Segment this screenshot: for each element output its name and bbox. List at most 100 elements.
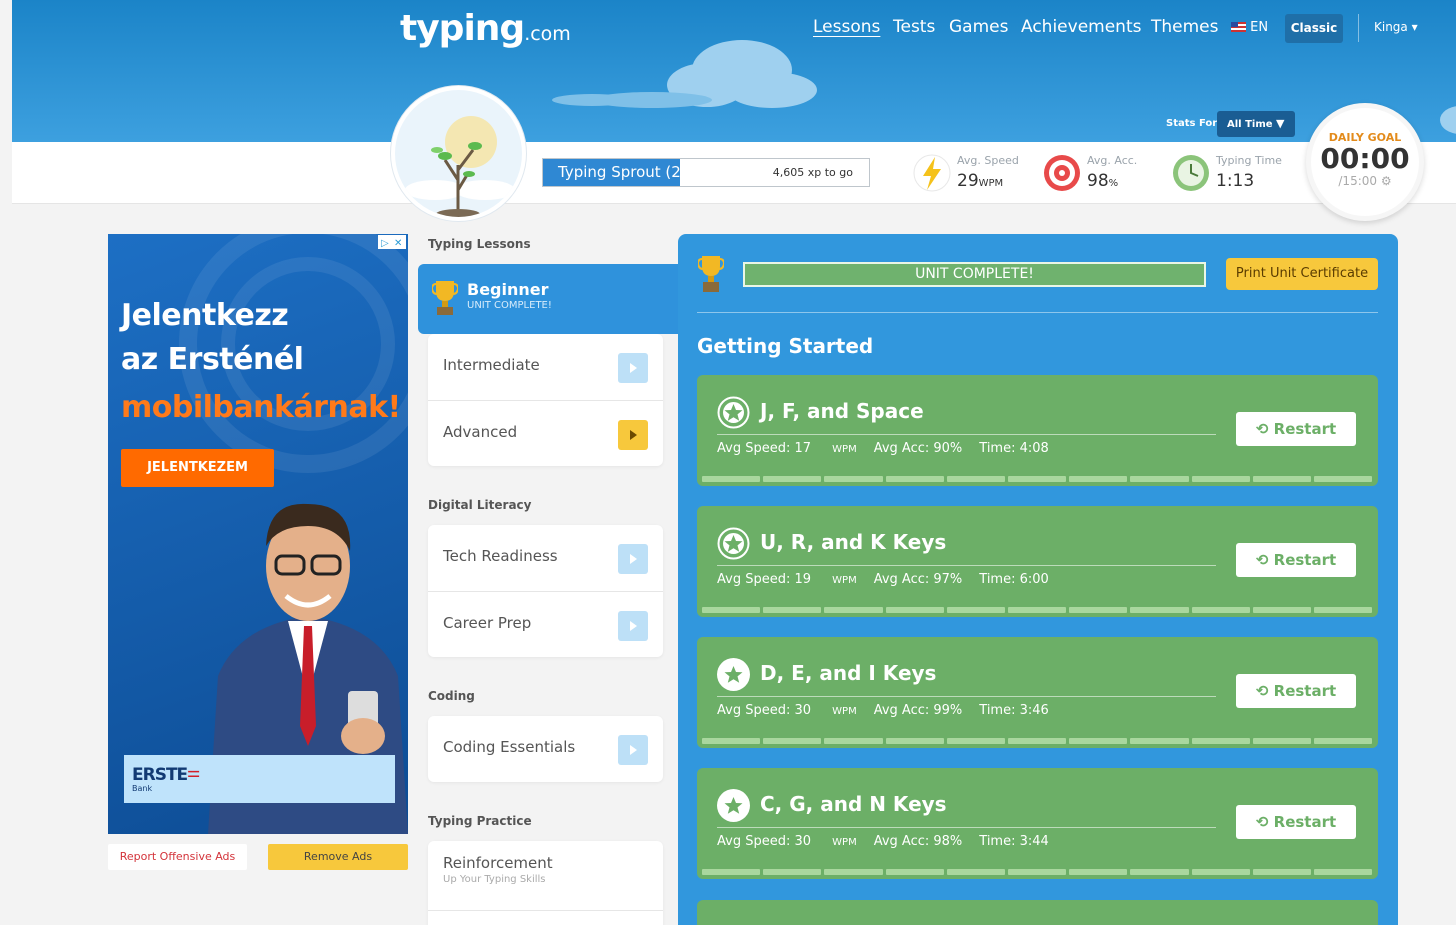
sidebar-item-beginner[interactable]: Beginner UNIT COMPLETE! — [418, 264, 680, 334]
restart-icon: ⟲ — [1255, 813, 1269, 831]
lesson-time: Time: 4:08 — [979, 441, 1049, 456]
speed-number: 29 — [957, 171, 979, 191]
progress-segment — [1069, 607, 1128, 613]
play-icon[interactable] — [618, 544, 648, 574]
report-ads-button[interactable]: Report Offensive Ads — [108, 844, 247, 870]
lesson-accuracy: Avg Acc: 98% — [873, 834, 963, 849]
lesson-speed-value: Avg Speed: 30 — [717, 703, 812, 718]
restart-label: Restart — [1273, 682, 1337, 700]
accuracy-label: Avg. Acc. — [1087, 154, 1138, 167]
user-menu[interactable]: Kinga ▾ — [1374, 20, 1418, 34]
stats-range-value: All Time — [1227, 119, 1273, 130]
us-flag-icon — [1231, 22, 1246, 32]
lesson-accuracy: Avg Acc: 99% — [873, 703, 963, 718]
progress-segment — [1252, 869, 1311, 875]
sprout-icon — [405, 116, 515, 217]
nav-lessons[interactable]: Lessons — [813, 17, 880, 37]
sidebar-item-sublabel: Up Your Typing Skills — [443, 874, 546, 885]
restart-button[interactable]: ⟲ Restart — [1236, 674, 1356, 708]
sidebar-item-intermediate[interactable]: Intermediate — [428, 334, 663, 400]
lesson-time: Time: 3:44 — [979, 834, 1049, 849]
logo-suffix: .com — [524, 23, 571, 45]
lesson-speed: Avg Speed: 17 WPM — [717, 441, 857, 456]
restart-button[interactable]: ⟲ Restart — [1236, 805, 1356, 839]
level-avatar[interactable] — [391, 86, 526, 221]
restart-button[interactable]: ⟲ Restart — [1236, 412, 1356, 446]
progress-segment — [1191, 869, 1250, 875]
lesson-card[interactable]: J, F, and Space Avg Speed: 17 WPM Avg Acc:… — [697, 375, 1378, 486]
progress-segment — [1191, 607, 1250, 613]
ad-headline-2: az Ersténél — [121, 342, 304, 377]
lesson-title: D, E, and I Keys — [760, 661, 937, 685]
nav-achievements[interactable]: Achievements — [1021, 17, 1141, 37]
lesson-speed: Avg Speed: 30 WPM — [717, 703, 857, 718]
progress-segment — [1007, 738, 1067, 744]
sidebar-item-label: Coding Essentials — [443, 738, 576, 756]
language-label: EN — [1250, 20, 1269, 35]
typing-time-value: 1:13 — [1216, 171, 1255, 191]
sidebar-item-career-prep[interactable]: Career Prep — [428, 591, 663, 657]
nav-themes[interactable]: Themes — [1151, 17, 1219, 37]
progress-segment — [1313, 476, 1373, 482]
accuracy-number: 98 — [1087, 171, 1109, 191]
classic-button[interactable]: Classic — [1285, 14, 1343, 43]
language-selector[interactable]: EN — [1231, 20, 1268, 35]
caret-down-icon: ▼ — [1276, 117, 1285, 130]
lesson-stats: Avg Speed: 19 WPM Avg Acc: 97% Time: 6:00 — [717, 572, 1066, 587]
progress-segment — [763, 869, 822, 875]
sidebar-item-next[interactable] — [428, 910, 663, 925]
section-title: Getting Started — [697, 334, 874, 358]
lesson-card-partial[interactable] — [697, 900, 1378, 925]
speed-value: 29WPM — [957, 171, 1003, 191]
play-icon[interactable] — [618, 735, 648, 765]
ad-cta-button[interactable]: JELENTKEZEM — [121, 449, 274, 487]
gear-icon[interactable]: ⚙ — [1381, 174, 1392, 188]
restart-label: Restart — [1273, 420, 1337, 438]
sidebar-item-label: Career Prep — [443, 614, 532, 632]
progress-segment — [1313, 738, 1373, 744]
play-icon[interactable] — [618, 611, 648, 641]
progress-segment — [1252, 476, 1311, 482]
progress-segment — [702, 738, 761, 744]
sidebar-item-reinforcement[interactable]: Reinforcement Up Your Typing Skills — [428, 841, 663, 910]
sidebar-item-coding-essentials[interactable]: Coding Essentials — [428, 716, 663, 782]
star-icon — [717, 789, 750, 822]
accuracy-unit: % — [1108, 178, 1119, 189]
sidebar-item-tech-readiness[interactable]: Tech Readiness — [428, 525, 663, 591]
nav-tests[interactable]: Tests — [893, 17, 935, 37]
daily-goal[interactable]: DAILY GOAL 00:00 /15:00 ⚙ — [1306, 103, 1424, 221]
lesson-title: U, R, and K Keys — [760, 530, 947, 554]
lesson-card[interactable]: C, G, and N Keys Avg Speed: 30 WPM Avg Acc… — [697, 768, 1378, 879]
remove-ads-button[interactable]: Remove Ads — [268, 844, 408, 870]
progress-segment — [946, 869, 1005, 875]
play-icon[interactable] — [618, 353, 648, 383]
restart-button[interactable]: ⟲ Restart — [1236, 543, 1356, 577]
daily-goal-target: /15:00 ⚙ — [1311, 174, 1419, 188]
digital-literacy-heading: Digital Literacy — [428, 498, 532, 512]
typing-lessons-list: Intermediate Advanced — [428, 334, 663, 466]
progress-segment — [763, 738, 822, 744]
sidebar-item-label: Reinforcement — [443, 854, 553, 872]
progress-segment — [946, 607, 1005, 613]
restart-label: Restart — [1273, 813, 1337, 831]
sidebar-item-advanced[interactable]: Advanced — [428, 400, 663, 466]
lesson-speed-value: Avg Speed: 30 — [717, 834, 812, 849]
digital-literacy-list: Tech Readiness Career Prep — [428, 525, 663, 657]
advertisement[interactable]: ▷ ✕ Jelentkezz az Ersténél mobilbankárnak… — [108, 234, 408, 834]
lesson-card[interactable]: D, E, and I Keys Avg Speed: 30 WPM Avg Acc… — [697, 637, 1378, 748]
logo[interactable]: typing.com — [400, 8, 571, 49]
lesson-divider — [717, 434, 1216, 435]
progress-segment — [1191, 476, 1250, 482]
lesson-title: J, F, and Space — [760, 399, 924, 423]
stats-range-dropdown[interactable]: All Time ▼ — [1217, 111, 1295, 137]
stats-for-label: Stats For: — [1166, 118, 1222, 129]
nav-games[interactable]: Games — [949, 17, 1008, 37]
progress-segment — [885, 476, 944, 482]
play-icon[interactable] — [618, 420, 648, 450]
lesson-time: Time: 3:46 — [979, 703, 1049, 718]
lesson-card[interactable]: U, R, and K Keys Avg Speed: 19 WPM Avg Acc… — [697, 506, 1378, 617]
speed-unit: WPM — [978, 178, 1004, 189]
print-certificate-button[interactable]: Print Unit Certificate — [1226, 258, 1378, 290]
speed-label: Avg. Speed — [957, 154, 1019, 167]
lesson-divider — [717, 565, 1216, 566]
